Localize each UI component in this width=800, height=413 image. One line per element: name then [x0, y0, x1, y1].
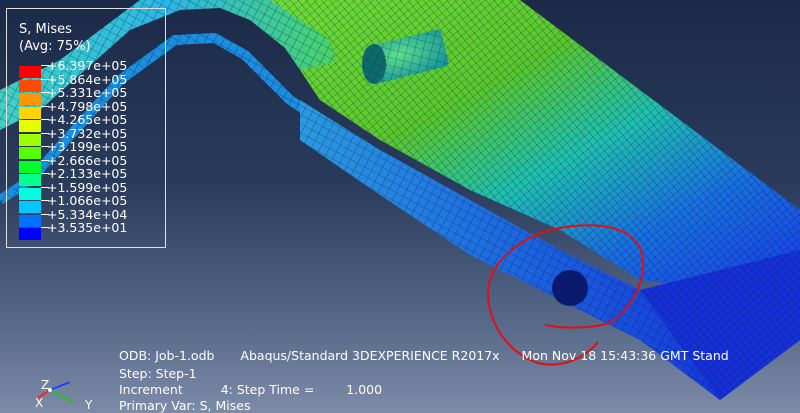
axis-label-y: Y	[85, 398, 93, 412]
primary-var: Primary Var: S, Mises	[119, 398, 251, 413]
legend-value: +4.798e+05	[47, 98, 128, 114]
legend-swatch	[19, 79, 41, 92]
legend-swatch	[19, 160, 41, 173]
legend-swatch	[19, 120, 41, 132]
legend-value: +2.133e+05	[47, 166, 128, 181]
legend-swatch	[19, 133, 41, 146]
legend-value: +1.066e+05	[47, 193, 128, 208]
legend-value: +5.864e+05	[47, 71, 128, 87]
legend-value: +6.397e+05	[47, 58, 128, 73]
timestamp: Mon Nov 18 15:43:36 GMT Stand	[521, 348, 729, 363]
legend-value: +5.331e+05	[47, 85, 128, 100]
legend-value: +2.666e+05	[47, 152, 128, 168]
legend-swatch	[19, 174, 41, 186]
legend-title: S, Mises	[19, 22, 72, 37]
step-time-value: 1.000	[346, 382, 383, 397]
legend-value: +1.599e+05	[47, 179, 128, 195]
legend-value: +3.732e+05	[47, 125, 128, 141]
increment-value: 4: Step Time =	[220, 382, 315, 397]
legend-swatch	[19, 147, 41, 159]
legend-value: +5.334e+04	[47, 206, 128, 222]
legend-swatch	[19, 66, 41, 78]
legend-value: +4.265e+05	[47, 112, 128, 127]
legend-value: +3.535e+01	[47, 220, 128, 235]
legend-swatch	[19, 187, 41, 200]
contour-legend[interactable]: S, Mises (Avg: 75%) +6.397e+05 +5.864e+05…	[6, 8, 166, 248]
lower-roller	[552, 270, 588, 306]
legend-swatch	[19, 106, 41, 119]
legend-subtitle: (Avg: 75%)	[19, 39, 91, 54]
legend-swatch	[19, 228, 41, 240]
odb-info-line: ODB: Job-1.odb Abaqus/Standard 3DEXPERIE…	[119, 349, 729, 363]
axis-label-z: Z	[41, 378, 50, 392]
increment-label: Increment	[119, 382, 183, 397]
axis-label-x: X	[35, 396, 44, 410]
step-label: Step: Step-1	[119, 366, 197, 381]
legend-swatch	[19, 93, 41, 105]
legend-swatch	[19, 214, 41, 227]
legend-value: +3.199e+05	[47, 139, 128, 154]
odb-name: ODB: Job-1.odb	[119, 348, 215, 363]
solver-name: Abaqus/Standard 3DEXPERIENCE R2017x	[240, 348, 500, 363]
increment-line: Increment 4: Step Time = 1.000	[119, 383, 382, 397]
legend-swatch	[19, 201, 41, 213]
